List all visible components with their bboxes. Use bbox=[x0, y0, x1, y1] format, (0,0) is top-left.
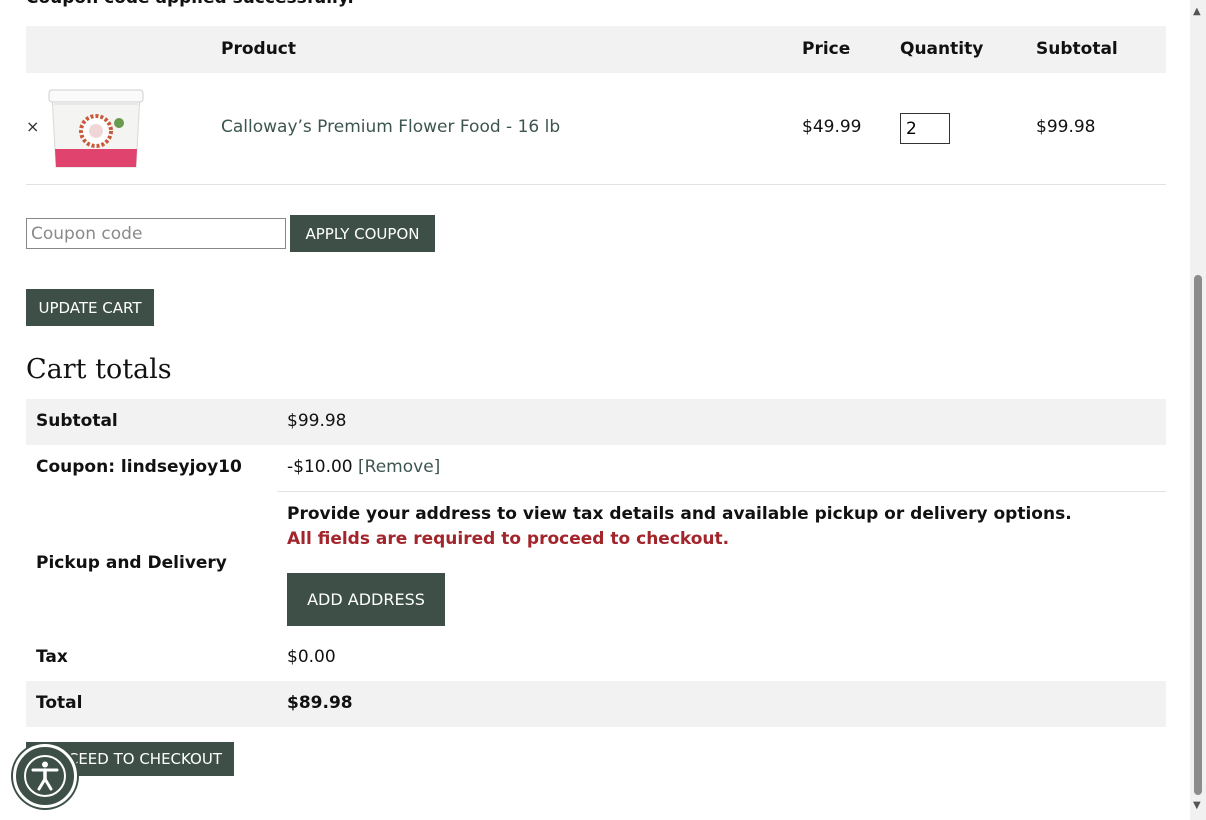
totals-total-row: Total $89.98 bbox=[26, 681, 1166, 727]
remove-coupon-link[interactable]: [Remove] bbox=[358, 457, 440, 477]
totals-divider bbox=[277, 491, 1166, 492]
page-scrollbar[interactable]: ▲ ▼ bbox=[1190, 0, 1206, 820]
totals-tax-row: Tax $0.00 bbox=[26, 635, 1166, 681]
coupon-success-notice: Coupon code applied successfully. bbox=[26, 0, 354, 8]
cart-totals-title: Cart totals bbox=[26, 354, 172, 385]
update-cart-button[interactable]: Update cart bbox=[26, 289, 154, 326]
add-address-button[interactable]: Add address bbox=[287, 573, 445, 626]
coupon-code-input[interactable] bbox=[26, 218, 286, 249]
product-bucket-image bbox=[48, 89, 144, 168]
product-link[interactable]: Calloway’s Premium Flower Food - 16 lb bbox=[221, 117, 560, 137]
coupon-label: Coupon: lindseyjoy10 bbox=[36, 457, 242, 477]
tax-value: $0.00 bbox=[287, 647, 336, 667]
header-quantity: Quantity bbox=[900, 39, 984, 59]
cart-item-row: × Calloway’s Premium Flower Food - 16 lb… bbox=[26, 73, 1166, 185]
scroll-up-icon[interactable]: ▲ bbox=[1193, 6, 1201, 17]
scroll-down-icon[interactable]: ▼ bbox=[1193, 800, 1201, 811]
totals-coupon-row: Coupon: lindseyjoy10 -$10.00 [Remove] bbox=[26, 445, 1166, 491]
tax-label: Tax bbox=[36, 647, 68, 667]
header-subtotal: Subtotal bbox=[1036, 39, 1118, 59]
quantity-input[interactable] bbox=[900, 113, 950, 144]
header-price: Price bbox=[802, 39, 851, 59]
totals-subtotal-row: Subtotal $99.98 bbox=[26, 399, 1166, 445]
total-value: $89.98 bbox=[287, 693, 353, 713]
coupon-value: -$10.00 [Remove] bbox=[287, 457, 440, 477]
remove-item-button[interactable]: × bbox=[26, 117, 39, 136]
pickup-delivery-label: Pickup and Delivery bbox=[36, 553, 227, 573]
cart-table-header: Product Price Quantity Subtotal bbox=[26, 26, 1166, 73]
pickup-message: Provide your address to view tax details… bbox=[287, 504, 1072, 524]
total-label: Total bbox=[36, 693, 83, 713]
subtotal-value: $99.98 bbox=[287, 411, 347, 431]
item-price: $49.99 bbox=[802, 117, 862, 137]
item-subtotal: $99.98 bbox=[1036, 117, 1096, 137]
cart-page: Coupon code applied successfully. Produc… bbox=[0, 0, 1190, 820]
pickup-required-notice: All fields are required to proceed to ch… bbox=[287, 529, 730, 549]
header-product: Product bbox=[221, 39, 296, 59]
subtotal-label: Subtotal bbox=[36, 411, 118, 431]
accessibility-button[interactable] bbox=[13, 744, 77, 808]
apply-coupon-button[interactable]: Apply coupon bbox=[290, 215, 435, 252]
coupon-discount: -$10.00 bbox=[287, 457, 353, 477]
accessibility-icon bbox=[24, 755, 66, 797]
product-thumbnail[interactable] bbox=[46, 87, 146, 171]
scrollbar-thumb[interactable] bbox=[1194, 275, 1202, 795]
